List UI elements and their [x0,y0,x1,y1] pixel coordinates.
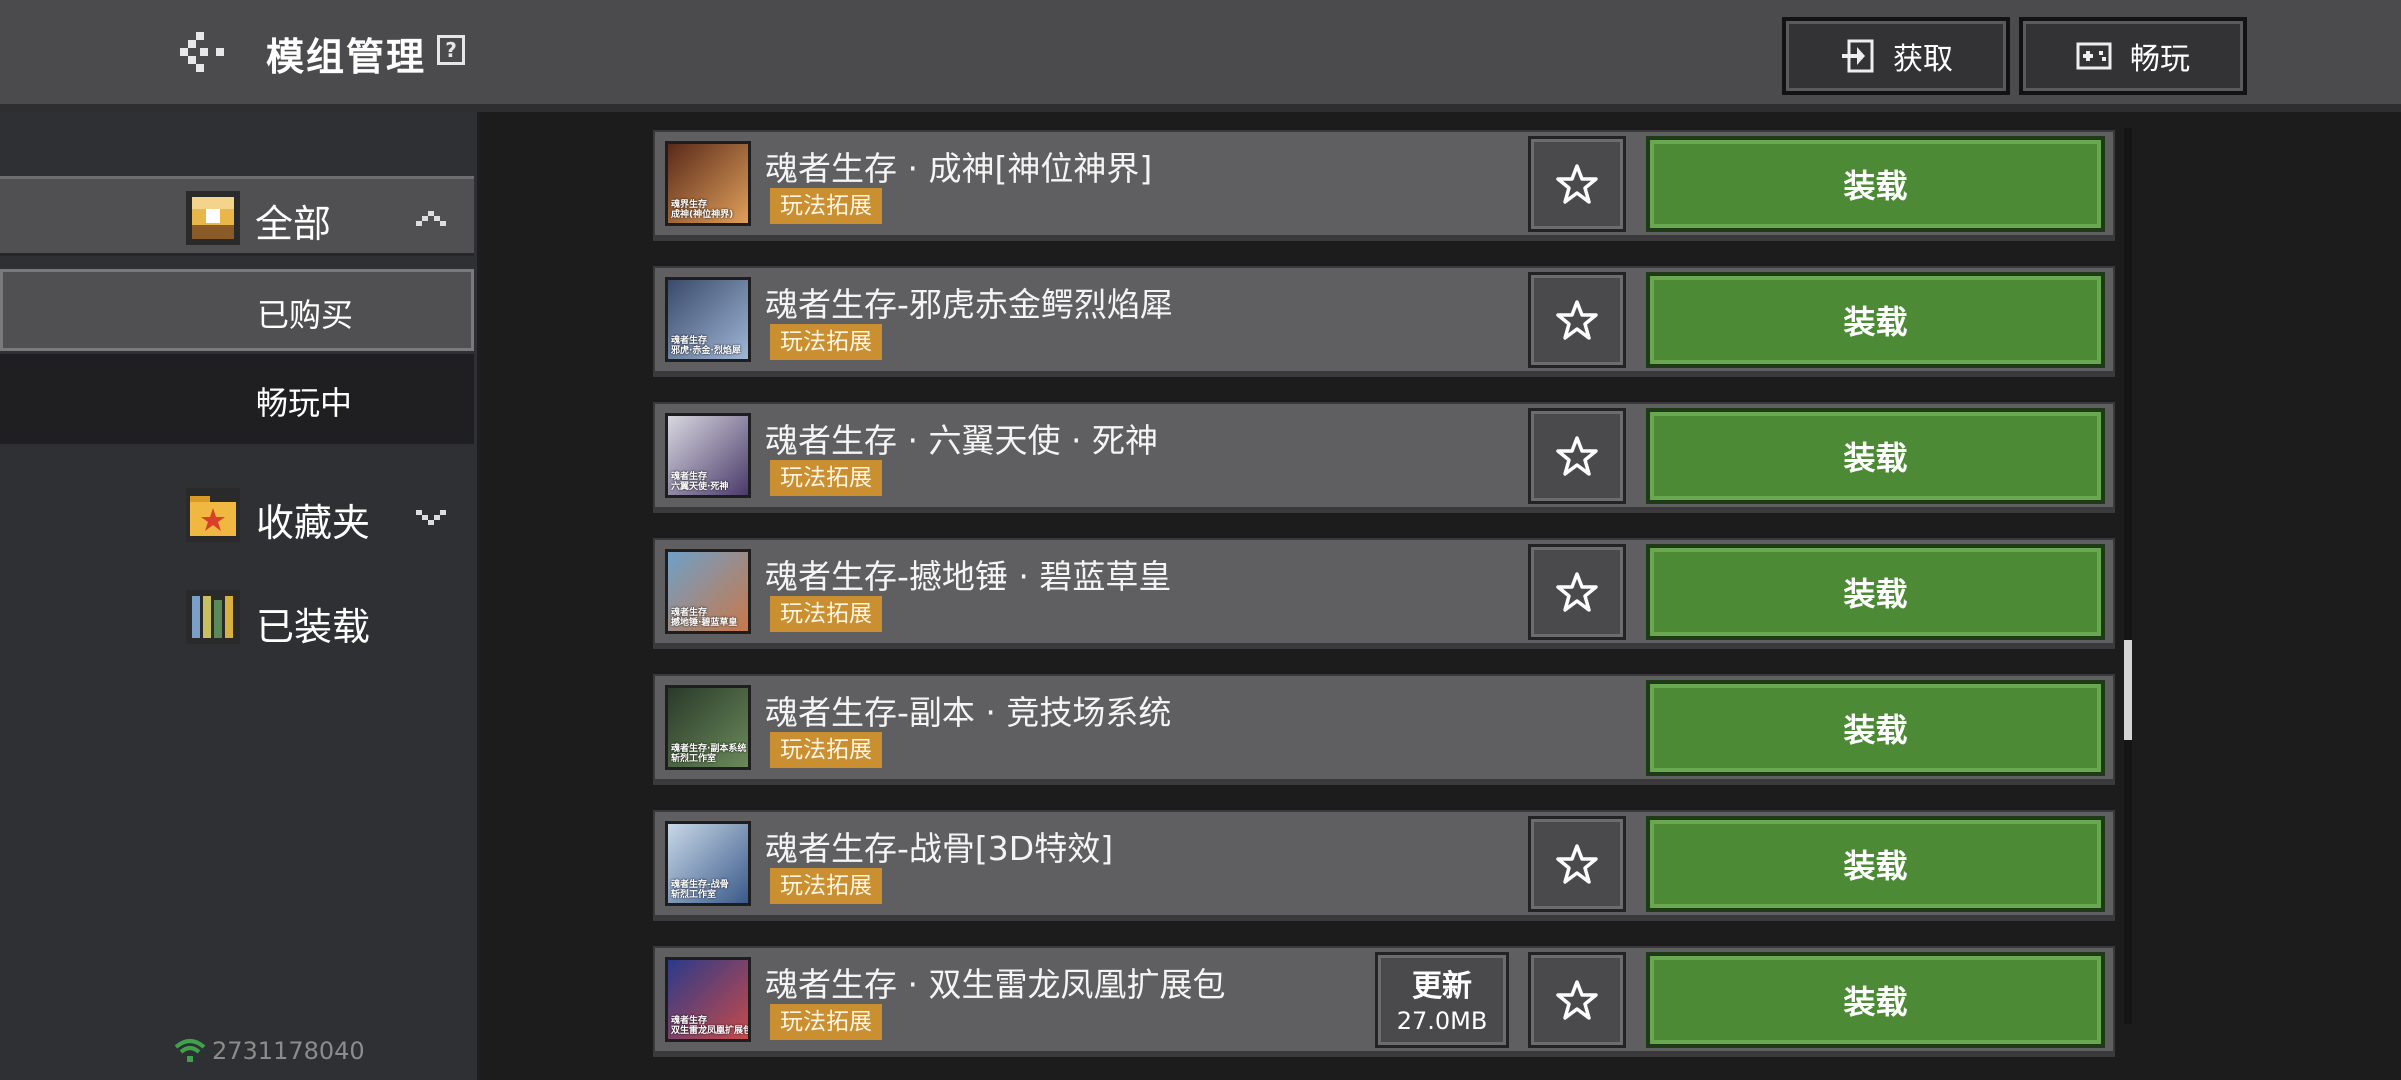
load-button[interactable]: 装载 [1646,952,2105,1048]
mod-name: 魂者生存-撼地锤 · 碧蓝草皇 [765,557,1172,596]
sidebar-item-label: 已购买 [257,296,354,334]
thumbnail-caption: 魂者生存 双生雷龙凤凰扩展包 [671,1016,751,1036]
mod-tag: 玩法拓展 [770,596,882,632]
favorite-button[interactable] [1528,272,1626,368]
mod-name: 魂者生存-邪虎赤金鳄烈焰犀 [765,285,1173,324]
star-icon [1556,164,1598,204]
gamepad-icon [2076,42,2112,70]
bookshelf-icon [186,590,240,644]
sidebar-item-favorites[interactable]: 收藏夹 [0,484,474,564]
sidebar-item-label: 收藏夹 [256,501,371,545]
star-icon [1556,300,1598,340]
load-button[interactable]: 装载 [1646,272,2105,368]
mod-thumbnail: 魂者生存 撼地锤·碧蓝草皇 [665,549,751,634]
scrollbar-thumb[interactable] [2124,640,2132,740]
mod-tag: 玩法拓展 [770,868,882,904]
help-icon[interactable]: ? [437,35,465,65]
sidebar-item-playing[interactable]: 畅玩中 [0,354,474,444]
mod-card[interactable]: 魂者生存 邪虎·赤金·烈焰犀 魂者生存-邪虎赤金鳄烈焰犀 玩法拓展 装载 [653,266,2115,377]
sidebar-item-label: 已装载 [256,605,371,649]
acquire-button[interactable]: 获取 [1782,17,2010,95]
chevron-up-icon [416,211,446,226]
mod-name: 魂者生存-副本 · 竞技场系统 [765,693,1172,732]
favorite-button[interactable] [1528,408,1626,504]
mod-card[interactable]: 魂者生存-战骨 斩烈工作室 魂者生存-战骨[3D特效] 玩法拓展 装载 [653,810,2115,921]
thumbnail-caption: 魂者生存 六翼天使·死神 [671,472,729,492]
thumbnail-caption: 魂者生存-战骨 斩烈工作室 [671,880,729,900]
sidebar-item-loaded[interactable]: 已装载 [0,590,474,670]
mod-card[interactable]: 魂者生存 撼地锤·碧蓝草皇 魂者生存-撼地锤 · 碧蓝草皇 玩法拓展 装载 [653,538,2115,649]
chevron-down-icon [416,510,446,525]
sidebar-item-purchased[interactable]: 已购买 [0,269,474,351]
acquire-label: 获取 [1893,42,1953,77]
favorite-button[interactable] [1528,544,1626,640]
import-icon [1842,39,1874,73]
mod-card[interactable]: 魂者生存·副本系统 斩烈工作室 魂者生存-副本 · 竞技场系统 玩法拓展 装载 [653,674,2115,785]
mod-thumbnail: 魂界生存 成神(神位神界) [665,141,751,226]
mod-tag: 玩法拓展 [770,1004,882,1040]
load-button[interactable]: 装载 [1646,680,2105,776]
thumbnail-caption: 魂者生存 撼地锤·碧蓝草皇 [671,608,738,628]
mod-tag: 玩法拓展 [770,324,882,360]
wifi-icon [174,1039,206,1062]
update-size: 27.0MB [1396,1007,1488,1035]
thumbnail-caption: 魂者生存 邪虎·赤金·烈焰犀 [671,336,741,356]
mod-thumbnail: 魂者生存 双生雷龙凤凰扩展包 [665,957,751,1042]
device-id: 2731178040 [174,1037,365,1065]
mod-name: 魂者生存 · 双生雷龙凤凰扩展包 [765,965,1226,1004]
star-icon [1556,572,1598,612]
star-icon [1556,980,1598,1020]
load-button[interactable]: 装载 [1646,408,2105,504]
mod-tag: 玩法拓展 [770,188,882,224]
page-title: 模组管理 [266,35,427,79]
chest-icon [186,191,240,245]
mod-thumbnail: 魂者生存-战骨 斩烈工作室 [665,821,751,906]
sidebar-item-label: 全部 [255,202,332,246]
update-label: 更新 [1412,969,1472,1004]
mod-name: 魂者生存-战骨[3D特效] [765,829,1114,868]
sidebar-item-label: 畅玩中 [256,384,353,422]
play-button[interactable]: 畅玩 [2019,17,2247,95]
scrollbar-track[interactable] [2124,128,2132,1024]
mod-name: 魂者生存 · 成神[神位神界] [765,149,1153,188]
load-button[interactable]: 装载 [1646,816,2105,912]
back-icon[interactable] [180,32,230,72]
mod-tag: 玩法拓展 [770,732,882,768]
thumbnail-caption: 魂界生存 成神(神位神界) [671,200,734,220]
favorite-button[interactable] [1528,952,1626,1048]
play-label: 畅玩 [2130,42,2190,77]
sidebar: 全部 已购买 畅玩中 收藏夹 已装载 2731178040 [0,112,480,1080]
mod-thumbnail: 魂者生存·副本系统 斩烈工作室 [665,685,751,770]
mod-card[interactable]: 魂者生存 六翼天使·死神 魂者生存 · 六翼天使 · 死神 玩法拓展 装载 [653,402,2115,513]
update-button[interactable]: 更新 27.0MB [1375,952,1509,1048]
device-id-text: 2731178040 [212,1037,365,1065]
sidebar-item-all[interactable]: 全部 [0,176,474,256]
top-bar: 模组管理 ? 获取 畅玩 [0,0,2401,112]
load-button[interactable]: 装载 [1646,136,2105,232]
star-icon [1556,436,1598,476]
favorite-button[interactable] [1528,136,1626,232]
load-button[interactable]: 装载 [1646,544,2105,640]
mod-card[interactable]: 魂者生存 双生雷龙凤凰扩展包 魂者生存 · 双生雷龙凤凰扩展包 玩法拓展 更新 2… [653,946,2115,1057]
thumbnail-caption: 魂者生存·副本系统 斩烈工作室 [671,744,747,764]
mod-card[interactable]: 魂界生存 成神(神位神界) 魂者生存 · 成神[神位神界] 玩法拓展 装载 [653,130,2115,241]
mod-thumbnail: 魂者生存 邪虎·赤金·烈焰犀 [665,277,751,362]
star-icon [1556,844,1598,884]
mod-tag: 玩法拓展 [770,460,882,496]
folder-star-icon [186,488,240,542]
favorite-button[interactable] [1528,816,1626,912]
mod-name: 魂者生存 · 六翼天使 · 死神 [765,421,1158,460]
mod-thumbnail: 魂者生存 六翼天使·死神 [665,413,751,498]
